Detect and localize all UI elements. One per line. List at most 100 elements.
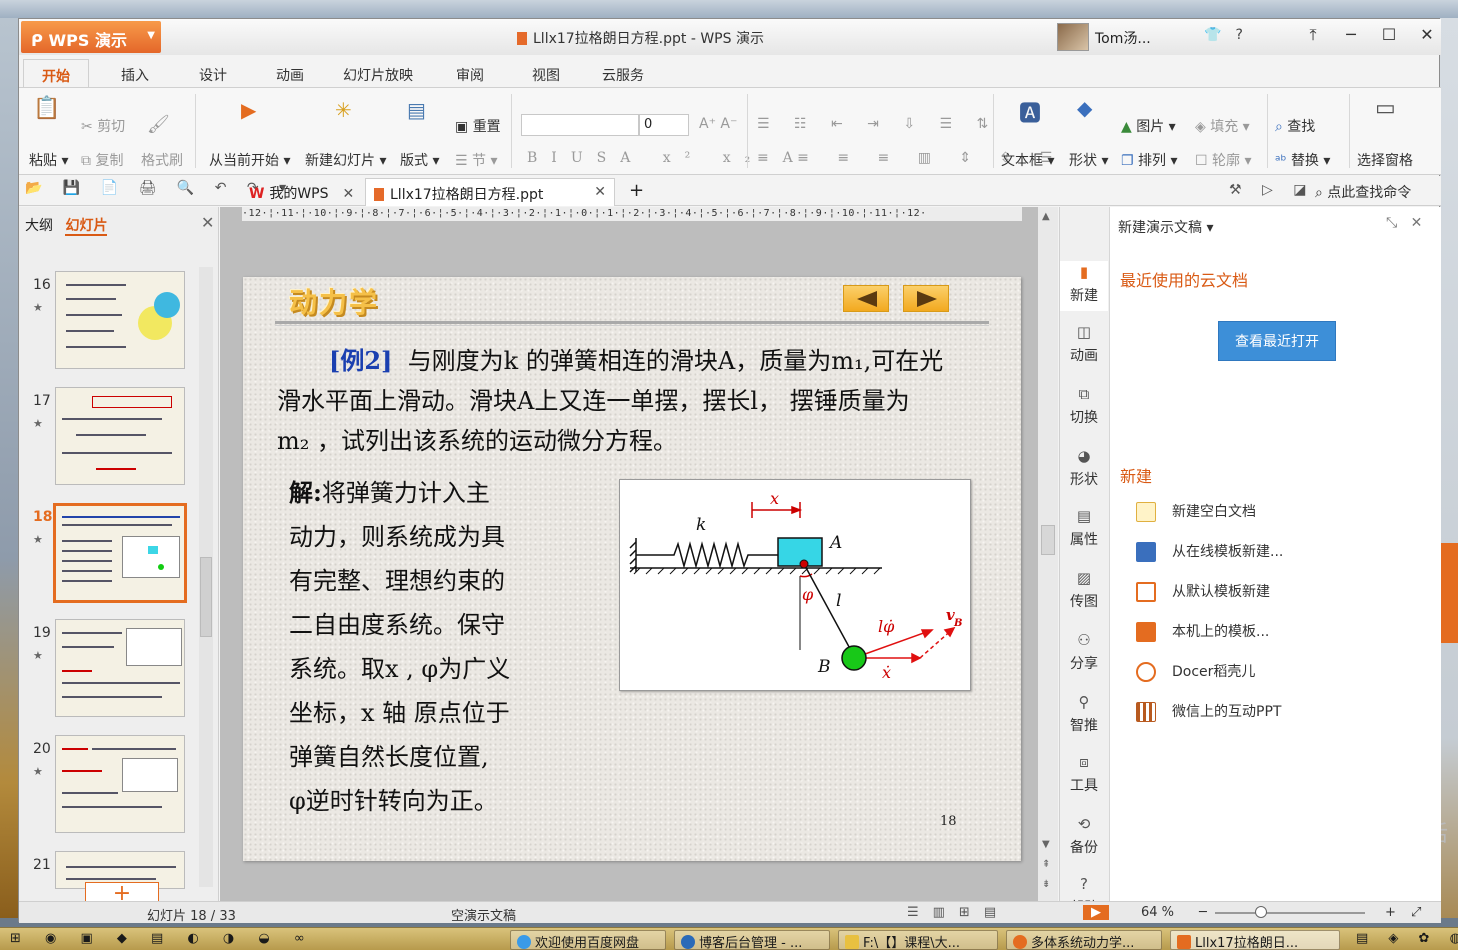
tab-slideshow[interactable]: 幻灯片放映 xyxy=(343,65,413,85)
arrange-button[interactable]: ❐ 排列 ▾ xyxy=(1121,150,1178,170)
side-smart-push[interactable]: ⚲ 智推 xyxy=(1060,693,1108,735)
select-pane-icon[interactable]: ▭ xyxy=(1375,96,1396,121)
format-painter-button[interactable]: 格式刷 xyxy=(141,150,183,170)
replace-button[interactable]: ᵃᵇ 替换 ▾ xyxy=(1275,150,1330,170)
reset-button[interactable]: ▣ 重置 xyxy=(455,116,501,136)
local-templates[interactable]: 本机上的模板... xyxy=(1136,621,1269,642)
task-pane-header[interactable]: 新建演示文稿 ▾ xyxy=(1118,217,1213,237)
zoom-out-button[interactable]: ─ xyxy=(1199,905,1207,920)
tab-my-wps[interactable]: W 我的WPS ✕ xyxy=(241,178,362,206)
editor-scrollbar[interactable]: ▲ ▼ ⇞ ⇟ xyxy=(1038,207,1058,901)
pendulum-diagram[interactable]: x k A φ l B lφ̇ ẋ v B xyxy=(619,479,971,691)
slide-thumbnail-17[interactable] xyxy=(55,387,185,485)
tab-slides[interactable]: 幻灯片 xyxy=(65,218,108,236)
shape-icon[interactable]: ◆ xyxy=(1077,96,1092,120)
taskbar-baidu-netdisk[interactable]: 欢迎使用百度网盘 xyxy=(510,930,666,950)
section-button[interactable]: ☰ 节 ▾ xyxy=(455,150,498,170)
tab-home[interactable]: 开始 xyxy=(23,59,89,89)
maximize-button[interactable]: ☐ xyxy=(1370,25,1408,44)
tab-cloud[interactable]: 云服务 xyxy=(602,65,644,85)
format-painter-icon[interactable]: 🖌 xyxy=(147,114,170,135)
tab-review[interactable]: 审阅 xyxy=(456,65,484,85)
tab-document[interactable]: Lllx17拉格朗日方程.ppt ✕ xyxy=(365,178,615,206)
tab-design[interactable]: 设计 xyxy=(199,65,227,85)
new-tab-button[interactable]: + xyxy=(621,178,652,206)
textbox-icon[interactable]: 🅰 xyxy=(1019,96,1041,128)
find-button[interactable]: ⌕ 查找 xyxy=(1275,116,1315,136)
view-recent-button[interactable]: 查看最近打开 xyxy=(1218,321,1336,361)
app-menu-button[interactable]: ᑭ WPS 演示 ▼ xyxy=(21,21,161,53)
collapse-icon[interactable]: ⤡ xyxy=(1386,215,1397,231)
side-share[interactable]: ⚇ 分享 xyxy=(1060,631,1108,673)
minimize-button[interactable]: ─ xyxy=(1332,25,1370,44)
layout-icon[interactable]: ▤ xyxy=(407,98,426,122)
taskbar-blog-admin[interactable]: 博客后台管理 - ... xyxy=(674,930,830,950)
outline-button[interactable]: ☐ 轮廓 ▾ xyxy=(1195,150,1252,170)
paste-button[interactable]: 粘贴 ▾ xyxy=(29,150,68,170)
font-size-select[interactable]: 0 xyxy=(639,114,689,136)
tab-animation[interactable]: 动画 xyxy=(276,65,304,85)
tab-view[interactable]: 视图 xyxy=(532,65,560,85)
taskbar-wps-presentation[interactable]: Lllx17拉格朗日... xyxy=(1170,930,1340,950)
command-search[interactable]: ⌕ 点此查找命令 xyxy=(1315,182,1411,202)
slide-thumbnail-16[interactable] xyxy=(55,271,185,369)
new-slide-button[interactable]: 新建幻灯片 ▾ xyxy=(305,150,386,170)
close-icon[interactable]: ✕ xyxy=(1411,215,1423,231)
tab-outline[interactable]: 大纲 xyxy=(25,218,53,234)
slide-panel-scrollbar[interactable] xyxy=(199,267,213,887)
grow-shrink-font-icons[interactable]: A⁺ A⁻ xyxy=(699,116,737,132)
play-from-current-icon[interactable]: ▶ xyxy=(241,98,256,122)
paste-icon[interactable]: 📋 xyxy=(33,96,60,121)
layout-button[interactable]: 版式 ▾ xyxy=(400,150,439,170)
zoom-in-button[interactable]: + xyxy=(1385,905,1396,920)
zoom-slider[interactable] xyxy=(1215,912,1365,914)
tab-insert[interactable]: 插入 xyxy=(121,65,149,85)
taskbar-explorer[interactable]: F:\【】课程\大... xyxy=(838,930,998,950)
select-pane-button[interactable]: 选择窗格 xyxy=(1357,150,1413,170)
new-from-online-template[interactable]: 从在线模板新建... xyxy=(1136,541,1283,562)
skin-icon[interactable]: 👕 xyxy=(1204,27,1221,43)
side-tools[interactable]: ⧈ 工具 xyxy=(1060,753,1108,795)
textbox-button[interactable]: 文本框 ▾ xyxy=(1001,150,1054,170)
close-button[interactable]: ✕ xyxy=(1408,25,1446,44)
close-tab-icon[interactable]: ✕ xyxy=(594,184,606,200)
side-backup[interactable]: ⟲ 备份 xyxy=(1060,815,1108,857)
tool-icons[interactable]: ⚒ ▷ ◪ xyxy=(1229,182,1314,198)
fit-window-icon[interactable]: ⤢ xyxy=(1411,905,1421,920)
slide-canvas[interactable]: 动力学 [例2] 与刚度为k 的弹簧相连的滑块A，质量为m₁,可在光 滑水平面上… xyxy=(243,277,1021,861)
help-icon[interactable]: ? xyxy=(1235,27,1242,43)
copy-button[interactable]: ⧉ 复制 xyxy=(81,150,123,170)
cut-button[interactable]: ✂ 剪切 xyxy=(81,116,125,136)
picture-button[interactable]: ▲ 图片 ▾ xyxy=(1121,116,1176,136)
slide-thumbnail-20[interactable] xyxy=(55,735,185,833)
font-name-select[interactable] xyxy=(521,114,639,136)
list-indent-icons[interactable]: ☰ ☷ ⇤ ⇥ ⇩ ☰ ⇅ xyxy=(757,116,998,132)
side-properties[interactable]: ▤ 属性 xyxy=(1060,507,1108,549)
close-tab-icon[interactable]: ✕ xyxy=(343,186,355,202)
wechat-interactive-ppt[interactable]: 微信上的互动PPT xyxy=(1136,701,1281,722)
system-tray[interactable]: ▤ ◈ ✿ ◍ xyxy=(1350,930,1458,950)
slide-thumbnail-19[interactable] xyxy=(55,619,185,717)
prev-slide-button[interactable] xyxy=(843,285,889,312)
side-shape[interactable]: ◕ 形状 xyxy=(1060,447,1108,489)
side-animation[interactable]: ◫ 动画 xyxy=(1060,323,1108,365)
close-panel-icon[interactable]: ✕ xyxy=(201,213,214,232)
new-slide-icon[interactable]: ✳ xyxy=(335,98,352,122)
fill-button[interactable]: ◈ 填充 ▾ xyxy=(1195,116,1250,136)
zoom-slider-thumb[interactable] xyxy=(1255,906,1267,918)
play-slideshow-button[interactable]: ▶ xyxy=(1083,905,1109,920)
next-slide-button[interactable] xyxy=(903,285,949,312)
view-mode-icons[interactable]: ☰▥⊞▤ xyxy=(907,905,1010,920)
pinned-apps[interactable]: ⊞ ◉ ▣ ◆ ▤ ◐ ◑ ◒ ∞ xyxy=(4,930,321,950)
side-upload-image[interactable]: ▨ 传图 xyxy=(1060,569,1108,611)
new-blank-doc[interactable]: 新建空白文档 xyxy=(1136,501,1256,522)
new-from-default-template[interactable]: 从默认模板新建 xyxy=(1136,581,1270,602)
restore-down-icon[interactable]: ⤒ xyxy=(1294,25,1332,45)
side-new[interactable]: ▮ 新建 xyxy=(1060,261,1108,311)
from-current-button[interactable]: 从当前开始 ▾ xyxy=(209,150,290,170)
shape-button[interactable]: 形状 ▾ xyxy=(1069,150,1108,170)
taskbar-multibody[interactable]: 多体系统动力学... xyxy=(1006,930,1162,950)
side-transition[interactable]: ⧉ 切换 xyxy=(1060,385,1108,427)
slide-thumbnail-18[interactable] xyxy=(53,503,187,603)
docer-item[interactable]: Docer稻壳儿 xyxy=(1136,661,1255,682)
